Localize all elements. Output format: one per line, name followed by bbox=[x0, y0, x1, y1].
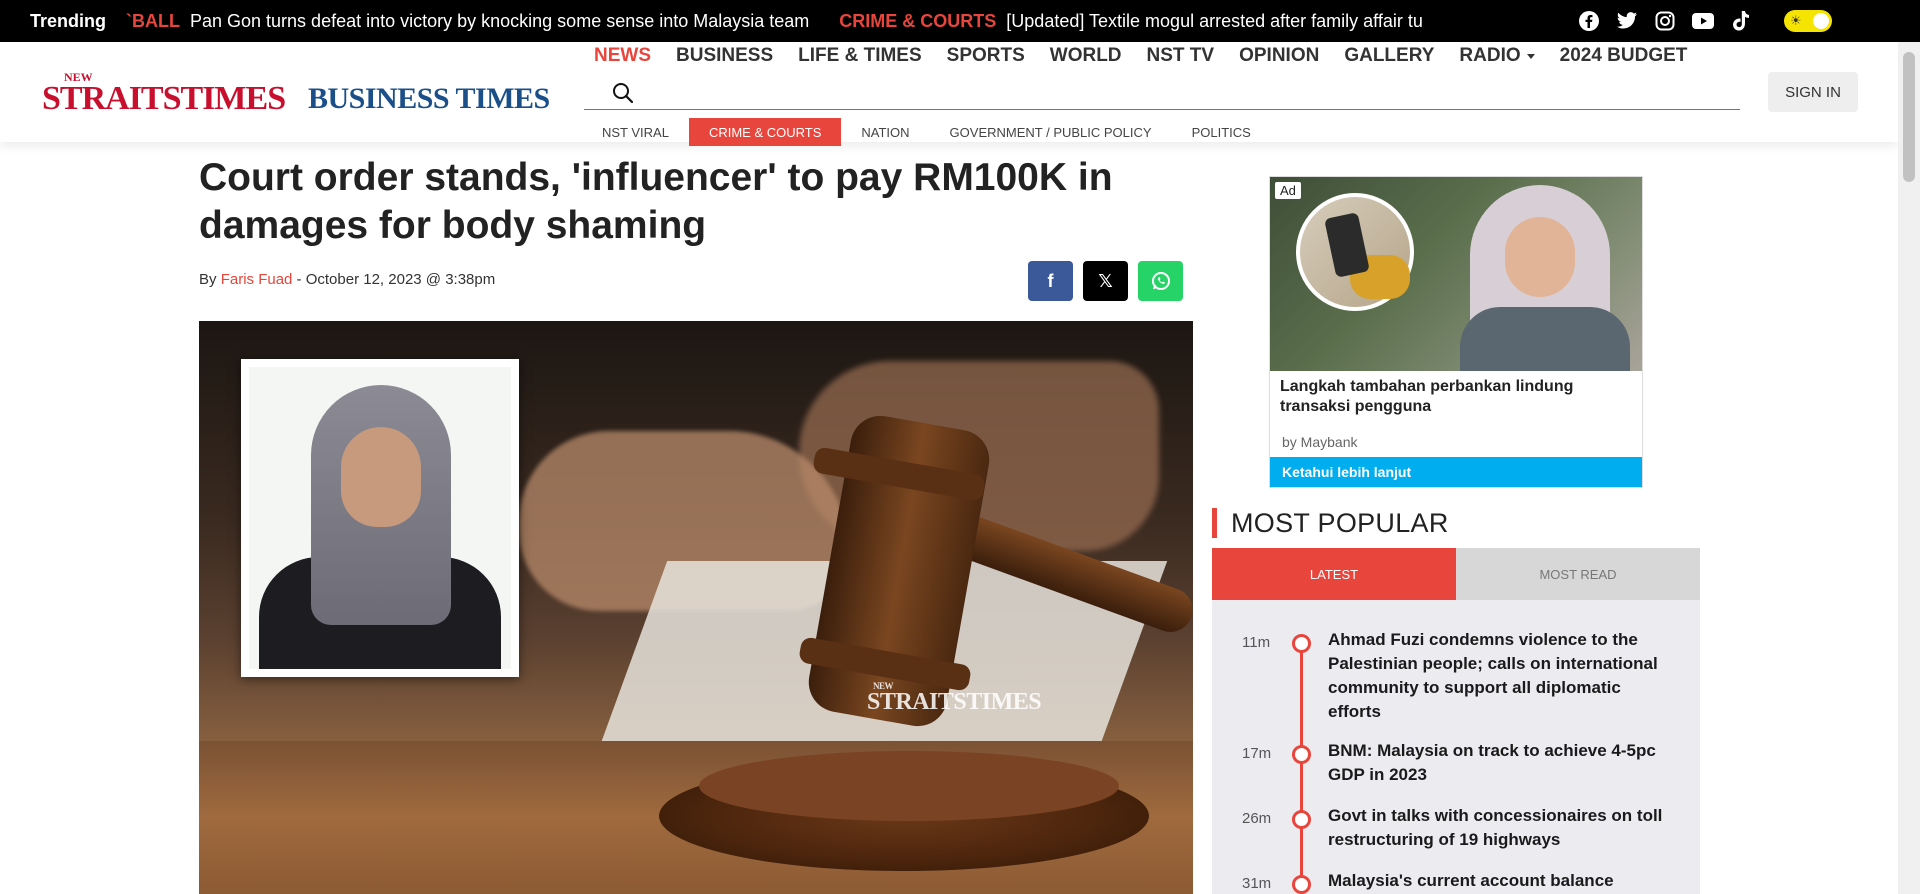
inset-portrait bbox=[241, 359, 519, 677]
ad-cta-button[interactable]: Ketahui lebih lanjut bbox=[1270, 457, 1642, 487]
portrait-face-shape bbox=[341, 427, 421, 527]
byline: By Faris Fuad - October 12, 2023 @ 3:38p… bbox=[199, 271, 495, 288]
trending-ticker: `BALL Pan Gon turns defeat into victory … bbox=[126, 11, 1504, 32]
nav-news[interactable]: NEWS bbox=[594, 45, 651, 67]
article-hero-image: NEW STRAITSTIMES bbox=[199, 321, 1193, 894]
subnav-nst-viral[interactable]: NST VIRAL bbox=[582, 118, 689, 146]
tiktok-icon[interactable] bbox=[1730, 10, 1752, 32]
nav-business[interactable]: BUSINESS bbox=[676, 45, 773, 67]
tab-most-read[interactable]: MOST READ bbox=[1456, 548, 1700, 600]
item-title[interactable]: Govt in talks with concessionaires on to… bbox=[1328, 804, 1668, 852]
nst-logo-small: NEW bbox=[64, 70, 93, 84]
nav-2024-budget[interactable]: 2024 BUDGET bbox=[1560, 45, 1688, 67]
ticker-headline[interactable]: [Updated] Textile mogul arrested after f… bbox=[1006, 11, 1423, 32]
ad-headline[interactable]: Langkah tambahan perbankan lindung trans… bbox=[1280, 377, 1630, 417]
search-bar bbox=[584, 78, 1740, 110]
site-header: NEW STRAITSTIMES BUSINESS TIMES NEWS BUS… bbox=[0, 42, 1898, 146]
facebook-icon[interactable] bbox=[1578, 10, 1600, 32]
facebook-share-button[interactable]: f bbox=[1028, 261, 1073, 301]
page-scrollbar[interactable] bbox=[1898, 42, 1920, 894]
x-icon: 𝕏 bbox=[1098, 270, 1113, 291]
main-nav: NEWS BUSINESS LIFE & TIMES SPORTS WORLD … bbox=[594, 42, 1712, 70]
timeline-dot-icon bbox=[1292, 634, 1311, 653]
portrait-photo bbox=[249, 367, 511, 669]
trending-bar: Trending `BALL Pan Gon turns defeat into… bbox=[0, 0, 1920, 42]
instagram-icon[interactable] bbox=[1654, 10, 1676, 32]
nav-gallery[interactable]: GALLERY bbox=[1344, 45, 1434, 67]
whatsapp-icon bbox=[1151, 272, 1170, 290]
subnav-crime-courts[interactable]: CRIME & COURTS bbox=[688, 118, 842, 146]
subnav-government-public-policy[interactable]: GOVERNMENT / PUBLIC POLICY bbox=[930, 118, 1172, 146]
nst-logo-text: STRAITSTIMES bbox=[42, 80, 286, 117]
timeline-dot-icon bbox=[1292, 810, 1311, 829]
article-title: Court order stands, 'influencer' to pay … bbox=[199, 156, 1113, 247]
ticker-headline[interactable]: Pan Gon turns defeat into victory by kno… bbox=[190, 11, 809, 32]
nav-life-times[interactable]: LIFE & TIMES bbox=[798, 45, 922, 67]
search-input[interactable] bbox=[646, 80, 1726, 106]
item-time: 11m bbox=[1242, 634, 1271, 651]
youtube-icon[interactable] bbox=[1692, 10, 1714, 32]
nav-nst-tv[interactable]: NST TV bbox=[1147, 45, 1215, 67]
ad-inset-circle bbox=[1296, 193, 1414, 311]
ticker-category[interactable]: `BALL bbox=[126, 11, 180, 32]
whatsapp-share-button[interactable] bbox=[1138, 261, 1183, 301]
timeline-line bbox=[1300, 638, 1303, 894]
most-popular-tabs: LATEST MOST READ bbox=[1212, 548, 1700, 600]
subnav-politics[interactable]: POLITICS bbox=[1172, 118, 1271, 146]
advertisement[interactable]: Ad Langkah tambahan perbankan lindung tr… bbox=[1269, 176, 1643, 488]
twitter-icon[interactable] bbox=[1616, 10, 1638, 32]
scrollbar-thumb[interactable] bbox=[1903, 52, 1915, 182]
nav-world[interactable]: WORLD bbox=[1050, 45, 1122, 67]
watermark-text: STRAITSTIMES bbox=[867, 689, 1042, 715]
ad-body-shape bbox=[1460, 307, 1630, 371]
nav-radio-label: RADIO bbox=[1459, 45, 1521, 66]
search-icon[interactable] bbox=[612, 82, 634, 104]
phone-icon bbox=[1324, 212, 1370, 278]
publish-date: - October 12, 2023 @ 3:38pm bbox=[292, 271, 496, 288]
social-links bbox=[1578, 0, 1752, 42]
facebook-icon: f bbox=[1047, 270, 1054, 291]
item-time: 26m bbox=[1242, 810, 1272, 827]
sub-nav: NST VIRAL CRIME & COURTS NATION GOVERNME… bbox=[582, 118, 1271, 146]
timeline-dot-icon bbox=[1292, 745, 1311, 764]
ticker-category[interactable]: CRIME & COURTS bbox=[839, 11, 996, 32]
nst-logo[interactable]: NEW STRAITSTIMES bbox=[42, 70, 286, 118]
most-popular-title: MOST POPULAR bbox=[1212, 508, 1449, 538]
share-buttons: f 𝕏 bbox=[1028, 261, 1183, 301]
sign-in-button[interactable]: SIGN IN bbox=[1768, 72, 1858, 112]
nav-sports[interactable]: SPORTS bbox=[947, 45, 1025, 67]
ad-face-shape bbox=[1505, 217, 1575, 297]
timeline-dot-icon bbox=[1292, 875, 1311, 894]
sun-icon: ☀ bbox=[1790, 13, 1802, 28]
caret-down-icon bbox=[1526, 53, 1535, 59]
ad-badge: Ad bbox=[1275, 182, 1301, 199]
ad-image: Ad bbox=[1270, 177, 1642, 371]
author-link[interactable]: Faris Fuad bbox=[221, 271, 293, 288]
x-share-button[interactable]: 𝕏 bbox=[1083, 261, 1128, 301]
watermark-small: NEW bbox=[873, 681, 894, 691]
item-title[interactable]: BNM: Malaysia on track to achieve 4-5pc … bbox=[1328, 739, 1668, 787]
business-times-logo[interactable]: BUSINESS TIMES bbox=[308, 82, 550, 116]
item-time: 17m bbox=[1242, 745, 1272, 762]
item-time: 31m bbox=[1242, 875, 1272, 892]
ad-sponsor: by Maybank bbox=[1282, 434, 1358, 450]
nav-opinion[interactable]: OPINION bbox=[1239, 45, 1319, 67]
gavel-base-top-shape bbox=[699, 751, 1119, 821]
most-popular-list: 11m Ahmad Fuzi condemns violence to the … bbox=[1212, 600, 1700, 894]
toggle-knob bbox=[1813, 13, 1829, 29]
nav-radio[interactable]: RADIO bbox=[1459, 45, 1535, 67]
image-watermark: NEW STRAITSTIMES bbox=[867, 681, 1042, 716]
item-title[interactable]: Malaysia's current account balance bbox=[1328, 869, 1668, 893]
trending-label: Trending bbox=[30, 10, 106, 31]
theme-toggle[interactable]: ☀ bbox=[1784, 10, 1832, 32]
tab-latest[interactable]: LATEST bbox=[1212, 548, 1456, 600]
item-title[interactable]: Ahmad Fuzi condemns violence to the Pale… bbox=[1328, 628, 1668, 724]
byline-prefix: By bbox=[199, 271, 221, 288]
subnav-nation[interactable]: NATION bbox=[841, 118, 929, 146]
